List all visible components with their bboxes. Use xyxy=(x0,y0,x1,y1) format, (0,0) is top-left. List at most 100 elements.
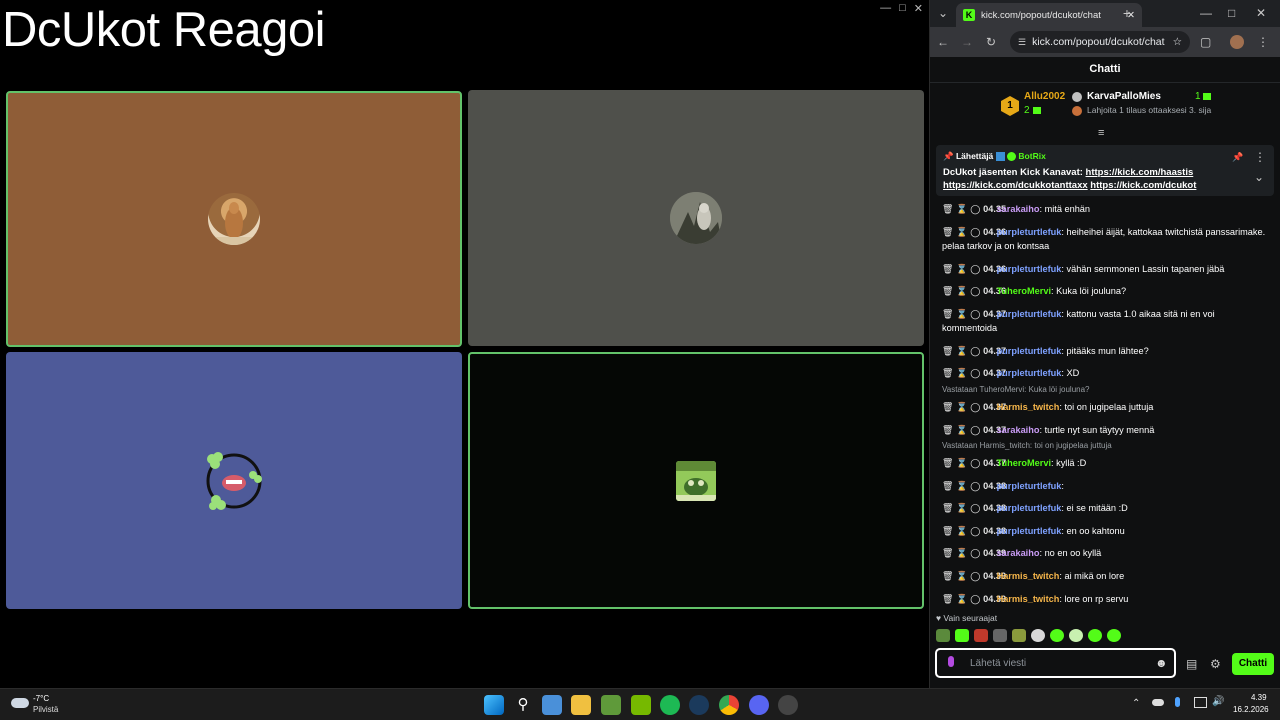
message-username[interactable]: purpleturtlefuk xyxy=(997,264,1062,274)
delete-icon[interactable]: 🗑 xyxy=(942,594,954,604)
message-username[interactable]: purpleturtlefuk xyxy=(997,503,1062,513)
timeout-icon[interactable]: ⌛ xyxy=(956,548,967,558)
delete-icon[interactable]: 🗑 xyxy=(942,368,954,378)
clock-date[interactable]: 16.2.2026 xyxy=(1233,705,1269,714)
browser-tab[interactable]: K kick.com/popout/dcukot/chat ✕ xyxy=(956,3,1142,27)
delete-icon[interactable]: 🗑 xyxy=(942,458,954,468)
chrome-icon[interactable] xyxy=(719,695,739,715)
delete-icon[interactable]: 🗑 xyxy=(942,346,954,356)
chat-message[interactable]: 🗑 ⌛ ◯ 04.38 purpleturtlefuk: ei se mitää… xyxy=(942,501,1272,515)
ban-icon[interactable]: ◯ xyxy=(970,402,980,412)
gpu-app-icon[interactable] xyxy=(601,695,621,715)
display-icon[interactable] xyxy=(1194,697,1207,708)
ban-icon[interactable]: ◯ xyxy=(970,309,980,319)
browser-menu-icon[interactable]: ⋮ xyxy=(1257,35,1269,49)
pinned-menu-icon[interactable]: ⋮ xyxy=(1254,150,1266,164)
store-icon[interactable]: ▤ xyxy=(1186,657,1197,671)
delete-icon[interactable]: 🗑 xyxy=(942,548,954,558)
delete-icon[interactable]: 🗑 xyxy=(942,309,954,319)
chat-message[interactable]: 🗑 ⌛ ◯ 04.37 purpleturtlefuk: kattonu vas… xyxy=(942,307,1272,335)
participant-tile-1[interactable] xyxy=(6,91,462,347)
maximize-icon[interactable]: □ xyxy=(1228,6,1235,20)
pinned-link-1[interactable]: https://kick.com/haastis xyxy=(1086,167,1194,178)
new-tab-icon[interactable]: + xyxy=(1120,6,1134,20)
timeout-icon[interactable]: ⌛ xyxy=(956,571,967,581)
message-username[interactable]: sarakaiho xyxy=(997,204,1040,214)
timeout-icon[interactable]: ⌛ xyxy=(956,368,967,378)
url-field[interactable]: ☰ kick.com/popout/dcukot/chat ☆ xyxy=(1010,31,1190,53)
reload-icon[interactable]: ↻ xyxy=(986,35,996,49)
chat-message[interactable]: 🗑 ⌛ ◯ 04.39 Harmis_twitch: ai mikä on lo… xyxy=(942,569,1272,583)
message-username[interactable]: purpleturtlefuk xyxy=(997,526,1062,536)
ban-icon[interactable]: ◯ xyxy=(970,481,980,491)
box-emote-icon[interactable] xyxy=(1012,629,1026,642)
message-username[interactable]: sarakaiho xyxy=(997,425,1040,435)
weather-label[interactable]: Pilvistä xyxy=(33,705,58,714)
ban-icon[interactable]: ◯ xyxy=(970,227,980,237)
site-info-icon[interactable]: ☰ xyxy=(1018,37,1026,48)
cloudy-weather-icon[interactable] xyxy=(11,698,29,708)
speaker-icon[interactable]: 🔊 xyxy=(1212,696,1224,707)
message-username[interactable]: purpleturtlefuk xyxy=(997,346,1062,356)
delete-icon[interactable]: 🗑 xyxy=(942,526,954,536)
chat-input[interactable]: Lähetä viesti ☻ xyxy=(935,648,1176,678)
delete-icon[interactable]: 🗑 xyxy=(942,286,954,296)
ban-icon[interactable]: ◯ xyxy=(970,346,980,356)
timeout-icon[interactable]: ⌛ xyxy=(956,402,967,412)
ban-icon[interactable]: ◯ xyxy=(970,458,980,468)
ban-icon[interactable]: ◯ xyxy=(970,548,980,558)
discord-icon[interactable] xyxy=(749,695,769,715)
ban-icon[interactable]: ◯ xyxy=(970,571,980,581)
chat-message[interactable]: 🗑 ⌛ ◯ 04.37 TuheroMervi: kyllä :D xyxy=(942,456,1272,470)
participant-tile-2[interactable] xyxy=(468,90,924,346)
timeout-icon[interactable]: ⌛ xyxy=(956,503,967,513)
chat-message[interactable]: 🗑 ⌛ ◯ 04.38 purpleturtlefuk: en oo kahto… xyxy=(942,524,1272,538)
timeout-icon[interactable]: ⌛ xyxy=(956,227,967,237)
timeout-icon[interactable]: ⌛ xyxy=(956,425,967,435)
happy-emote-icon[interactable] xyxy=(1107,629,1121,642)
delete-icon[interactable]: 🗑 xyxy=(942,227,954,237)
leader2-name[interactable]: KarvaPalloMies xyxy=(1087,91,1161,102)
kick-emote-icon[interactable] xyxy=(955,629,969,642)
collapse-leaderboard-icon[interactable]: ≡ xyxy=(1098,126,1104,140)
ban-icon[interactable]: ◯ xyxy=(970,368,980,378)
microphone-tray-icon[interactable] xyxy=(1175,697,1180,707)
alien-emote-icon[interactable] xyxy=(1069,629,1083,642)
chat-message[interactable]: 🗑 ⌛ ◯ 04.37 sarakaiho: turtle nyt sun tä… xyxy=(942,423,1272,437)
delete-icon[interactable]: 🗑 xyxy=(942,571,954,581)
chat-message[interactable]: 🗑 ⌛ ◯ 04.36 purpleturtlefuk: vähän semmo… xyxy=(942,262,1272,276)
back-icon[interactable]: ← xyxy=(937,35,949,49)
settings-gear-icon[interactable]: ⚙ xyxy=(1210,657,1221,671)
reply-context[interactable]: Vastataan TuheroMervi: Kuka löi jouluna? xyxy=(942,383,1090,397)
ban-icon[interactable]: ◯ xyxy=(970,594,980,604)
ban-icon[interactable]: ◯ xyxy=(970,526,980,536)
pinned-link-3[interactable]: https://kick.com/dcukot xyxy=(1090,180,1196,191)
steam-icon[interactable] xyxy=(689,695,709,715)
timeout-icon[interactable]: ⌛ xyxy=(956,458,967,468)
chat-message[interactable]: 🗑 ⌛ ◯ 04.35 sarakaiho: mitä enhän xyxy=(942,202,1272,216)
participant-tile-4[interactable] xyxy=(468,352,924,609)
smile-emote-icon[interactable] xyxy=(1050,629,1064,642)
timeout-icon[interactable]: ⌛ xyxy=(956,309,967,319)
minimize-icon[interactable]: — xyxy=(880,2,891,15)
timeout-icon[interactable]: ⌛ xyxy=(956,481,967,491)
pinned-sender[interactable]: BotRix xyxy=(1018,151,1045,161)
timeout-icon[interactable]: ⌛ xyxy=(956,286,967,296)
static-emote-icon[interactable] xyxy=(993,629,1007,642)
profile-avatar-icon[interactable] xyxy=(1230,35,1244,49)
message-username[interactable]: purpleturtlefuk xyxy=(997,368,1062,378)
bookmark-star-icon[interactable]: ☆ xyxy=(1173,36,1182,48)
extensions-icon[interactable]: ▢ xyxy=(1200,35,1211,49)
tab-search-icon[interactable]: ⌄ xyxy=(936,6,950,20)
reply-context[interactable]: Vastataan Harmis_twitch: toi on jugipela… xyxy=(942,439,1112,453)
ban-icon[interactable]: ◯ xyxy=(970,204,980,214)
close-icon[interactable]: ✕ xyxy=(914,2,923,15)
leader1-name[interactable]: Allu2002 xyxy=(1024,91,1065,102)
emoji-icon[interactable]: ☻ xyxy=(1155,656,1168,670)
frog-emote-icon[interactable] xyxy=(936,629,950,642)
message-username[interactable]: TuheroMervi xyxy=(997,458,1051,468)
delete-icon[interactable]: 🗑 xyxy=(942,425,954,435)
chat-message[interactable]: 🗑 ⌛ ◯ 04.38 purpleturtlefuk: xyxy=(942,479,1272,493)
timeout-icon[interactable]: ⌛ xyxy=(956,526,967,536)
pinned-link-2[interactable]: https://kick.com/dcukkotanttaxx xyxy=(943,180,1088,191)
